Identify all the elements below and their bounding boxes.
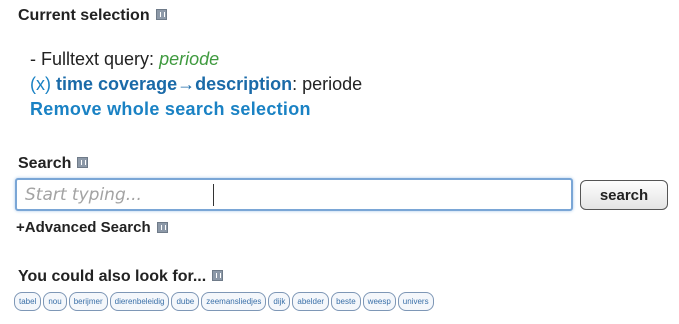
facet-field-name: time coverage: [56, 74, 178, 94]
suggestion-tag[interactable]: dierenbeleidig: [109, 292, 170, 311]
remove-all-row: Remove whole search selection: [30, 97, 362, 122]
info-icon[interactable]: [156, 221, 168, 233]
remove-facet-link[interactable]: (x): [30, 74, 51, 94]
also-look-heading-text: You could also look for...: [18, 268, 207, 285]
suggestion-tag[interactable]: beste: [331, 292, 361, 311]
facet-separator: :: [292, 74, 298, 94]
suggestion-tag[interactable]: weesp: [362, 292, 396, 311]
suggestion-tag[interactable]: abelder: [292, 292, 330, 311]
text-caret: [213, 184, 214, 206]
remove-whole-selection-link[interactable]: Remove whole search selection: [30, 99, 311, 119]
arrow-right-icon: →: [177, 74, 196, 94]
suggestion-tags: tabel nou berijmer dierenbeleidig dube zeeman…: [14, 292, 679, 312]
advanced-search-row: +Advanced Search: [16, 219, 168, 236]
info-icon[interactable]: [77, 157, 89, 169]
fulltext-query-label: - Fulltext query:: [30, 49, 155, 69]
search-input[interactable]: [15, 178, 573, 211]
advanced-search-link[interactable]: +Advanced Search: [16, 219, 151, 236]
suggestion-tag[interactable]: tabel: [14, 292, 42, 311]
facet-selection-row: (x) time coverage→description: periode: [30, 72, 362, 97]
current-selection-heading: Current selection: [18, 7, 167, 25]
search-heading: Search: [18, 155, 89, 173]
selection-list: - Fulltext query: periode (x) time cover…: [30, 47, 362, 122]
search-heading-text: Search: [18, 155, 72, 172]
suggestion-tag[interactable]: berijmer: [68, 292, 108, 311]
suggestion-tag[interactable]: nou: [43, 292, 67, 311]
current-selection-heading-text: Current selection: [18, 7, 150, 24]
also-look-heading: You could also look for...: [18, 268, 224, 286]
fulltext-query-value: periode: [159, 49, 220, 69]
facet-value: periode: [302, 74, 363, 94]
suggestion-tag[interactable]: zeemansliedjes: [201, 292, 267, 311]
info-icon[interactable]: [155, 9, 167, 21]
facet-subfield-name: description: [195, 74, 293, 94]
info-icon[interactable]: [212, 270, 224, 282]
fulltext-query-row: - Fulltext query: periode: [30, 47, 362, 72]
suggestion-tag[interactable]: univers: [397, 292, 434, 311]
search-button[interactable]: search: [580, 180, 668, 210]
suggestion-tag[interactable]: dijk: [268, 292, 291, 311]
suggestion-tag[interactable]: dube: [171, 292, 200, 311]
